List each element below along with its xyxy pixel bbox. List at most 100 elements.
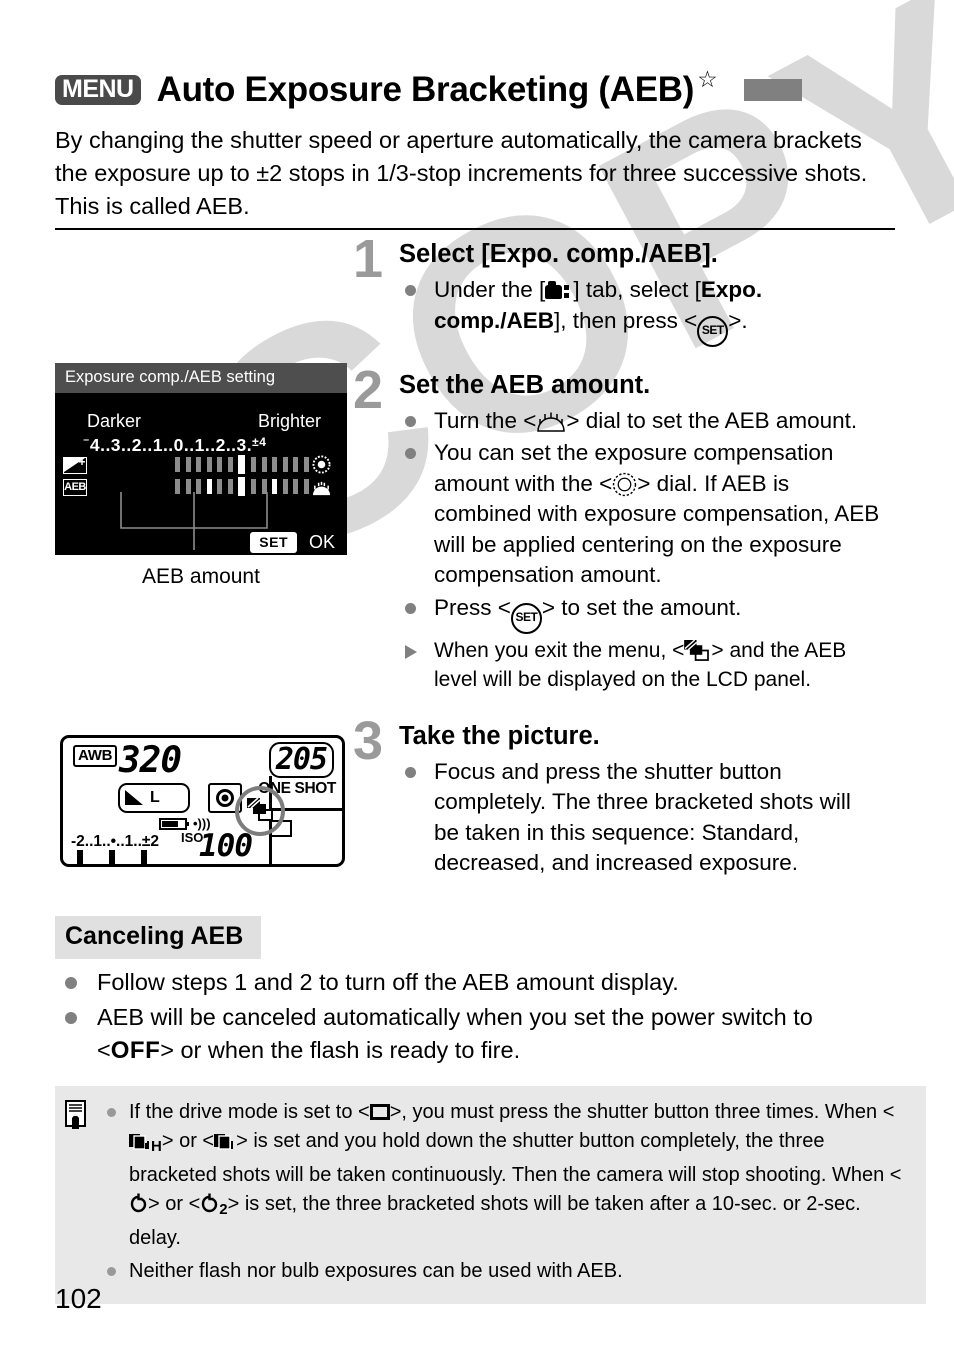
tick <box>206 457 212 472</box>
power-off-label: OFF <box>110 1037 161 1064</box>
exposure-compensation-icon <box>63 455 87 474</box>
aeb-icon <box>247 798 273 821</box>
bullet-text-end: > dial to set the AEB amount. <box>566 407 858 433</box>
canceling-list: Follow steps 1 and 2 to turn off the AEB… <box>55 966 895 1069</box>
bullet-dot-icon <box>405 285 416 296</box>
tick <box>282 457 288 472</box>
bullet-text-lead: Under the [ <box>434 277 546 302</box>
tick <box>261 457 267 472</box>
intro-paragraph: By changing the shutter speed or apertur… <box>55 127 868 219</box>
bullet-text-lead: When you exit the menu, < <box>434 638 685 662</box>
step-3: 3 Take the picture. Focus and press the … <box>353 714 880 879</box>
shutter-speed-value: 320 <box>119 740 182 781</box>
step-number: 1 <box>353 229 384 289</box>
exposure-bar <box>109 850 115 864</box>
note-text-10: > is set, the three bracketed shots will… <box>129 1193 861 1249</box>
darker-label: Darker <box>87 411 142 431</box>
bullet-item: Under the [] tab, select [Expo. comp./AE… <box>399 275 880 347</box>
bullet-item: Focus and press the shutter button compl… <box>399 757 880 879</box>
bullet-text-mid: ] tab, select [ <box>573 277 701 302</box>
note-item: Neither flash nor bulb exposures can be … <box>103 1257 908 1286</box>
bullet-dot-icon <box>65 1012 77 1024</box>
exposure-compensation-ticks[interactable] <box>175 455 309 474</box>
single-shooting-icon <box>369 1104 390 1120</box>
bullet-text: Focus and press the shutter button compl… <box>434 758 851 876</box>
bullet-text-lead: Turn the < <box>434 407 537 433</box>
aperture-value: 205 <box>268 742 334 778</box>
scale-minus-sign: ⁻ <box>83 435 90 449</box>
note-pencil-icon <box>65 1100 86 1129</box>
note-text-8: > or < <box>148 1193 201 1215</box>
quality-wedge-icon <box>125 790 143 805</box>
shooting-menu-tab-icon <box>545 281 573 300</box>
aeb-amount-caption: AEB amount <box>142 565 260 588</box>
bullet-item: Press < SET > to set the amount. <box>399 593 880 634</box>
tick <box>196 457 202 472</box>
page-number: 102 <box>55 1283 102 1314</box>
bullet-item: You can set the exposure compensation am… <box>399 438 880 591</box>
step-1: 1 Select [Expo. comp./AEB]. Under the []… <box>353 232 880 347</box>
scale-plus-four: ±4 <box>252 435 267 449</box>
bullet-dot-icon <box>107 1267 116 1276</box>
page-header: MENU Auto Exposure Bracketing (AEB) ☆ <box>55 62 915 118</box>
note-text-4: > or < <box>161 1130 215 1152</box>
set-button-icon: SET <box>697 315 729 347</box>
note-text-0: If the drive mode is set to < <box>129 1101 370 1123</box>
set-button-icon: SET <box>510 602 542 634</box>
quick-control-dial-icon <box>613 472 637 496</box>
bullet-item-result: When you exit the menu, < > and the AEB l… <box>399 636 880 694</box>
iso-value: 100 <box>199 828 253 864</box>
tick <box>272 457 278 472</box>
header-divider <box>55 228 895 230</box>
battery-icon <box>159 818 189 830</box>
tick <box>293 457 299 472</box>
note-text-6: > is set and you hold down the shutter b… <box>129 1130 902 1186</box>
canceling-section-heading: Canceling AEB <box>55 916 262 959</box>
note-item: If the drive mode is set to < >, you must… <box>103 1098 908 1253</box>
tick <box>251 457 257 472</box>
page-title: Auto Exposure Bracketing (AEB) <box>156 70 695 109</box>
tick-center-marker <box>238 455 246 474</box>
image-quality-indicator: L <box>118 783 190 813</box>
bullet-item: Turn the < > dial to set the AEB amount. <box>399 406 880 437</box>
bullet-dot-icon <box>405 602 416 614</box>
bullet-dot-icon <box>405 448 416 459</box>
scale-numbers: 4..3..2..1..0..1..2..3. <box>89 435 253 455</box>
list-item: Follow steps 1 and 2 to turn off the AEB… <box>55 966 895 999</box>
star-icon: ☆ <box>697 66 718 92</box>
lcd-panel-figure: AWB 320 205 L ONE SHOT •))) -2..1..•..1.… <box>60 735 345 867</box>
chapter-tab-marker <box>743 79 802 101</box>
manual-page: COPY MENU Auto Exposure Bracketing (AEB)… <box>0 0 954 1345</box>
list-item: AEB will be canceled automatically when … <box>55 1001 895 1067</box>
quick-control-dial-icon <box>312 455 331 474</box>
aeb-amount-leader-lines <box>120 492 268 550</box>
bullet-dot-icon <box>107 1108 116 1117</box>
step-title: Set the AEB amount. <box>399 370 651 399</box>
step-title: Take the picture. <box>399 721 600 750</box>
bullet-text-end: >. <box>728 307 748 333</box>
tick <box>217 457 223 472</box>
list-item-text-end: > or when the flash is ready to fire. <box>160 1037 521 1063</box>
aeb-icon <box>684 639 710 661</box>
continuous-shooting-icon <box>214 1134 234 1150</box>
steps-list: 1 Select [Expo. comp./AEB]. Under the []… <box>353 232 880 887</box>
tick <box>227 457 233 472</box>
brighter-label: Brighter <box>257 411 321 431</box>
step-number: 3 <box>353 710 384 771</box>
bullet-text-lead: Press < <box>434 594 511 620</box>
menu-badge: MENU <box>55 75 141 105</box>
exposure-bar <box>77 850 83 864</box>
note-text: Neither flash nor bulb exposures can be … <box>129 1260 623 1282</box>
exposure-scale-numbers: ⁻4..3..2..1..0..1..2..3.±4 <box>83 435 266 456</box>
exposure-bar <box>141 850 147 864</box>
self-timer-2sec-icon <box>202 1193 218 1213</box>
tick <box>303 457 309 472</box>
step-number: 2 <box>353 359 384 420</box>
quality-size-label: L <box>150 789 160 806</box>
awb-indicator: AWB <box>73 745 118 767</box>
step-title: Select [Expo. comp./AEB]. <box>399 240 718 268</box>
step-2: 2 Set the AEB amount. Turn the < > dial t… <box>353 363 880 694</box>
bullet-text-end: > to set the amount. <box>541 594 742 620</box>
bullet-dot-icon <box>65 977 77 989</box>
note-text-2: >, you must press the shutter button thr… <box>389 1101 895 1123</box>
